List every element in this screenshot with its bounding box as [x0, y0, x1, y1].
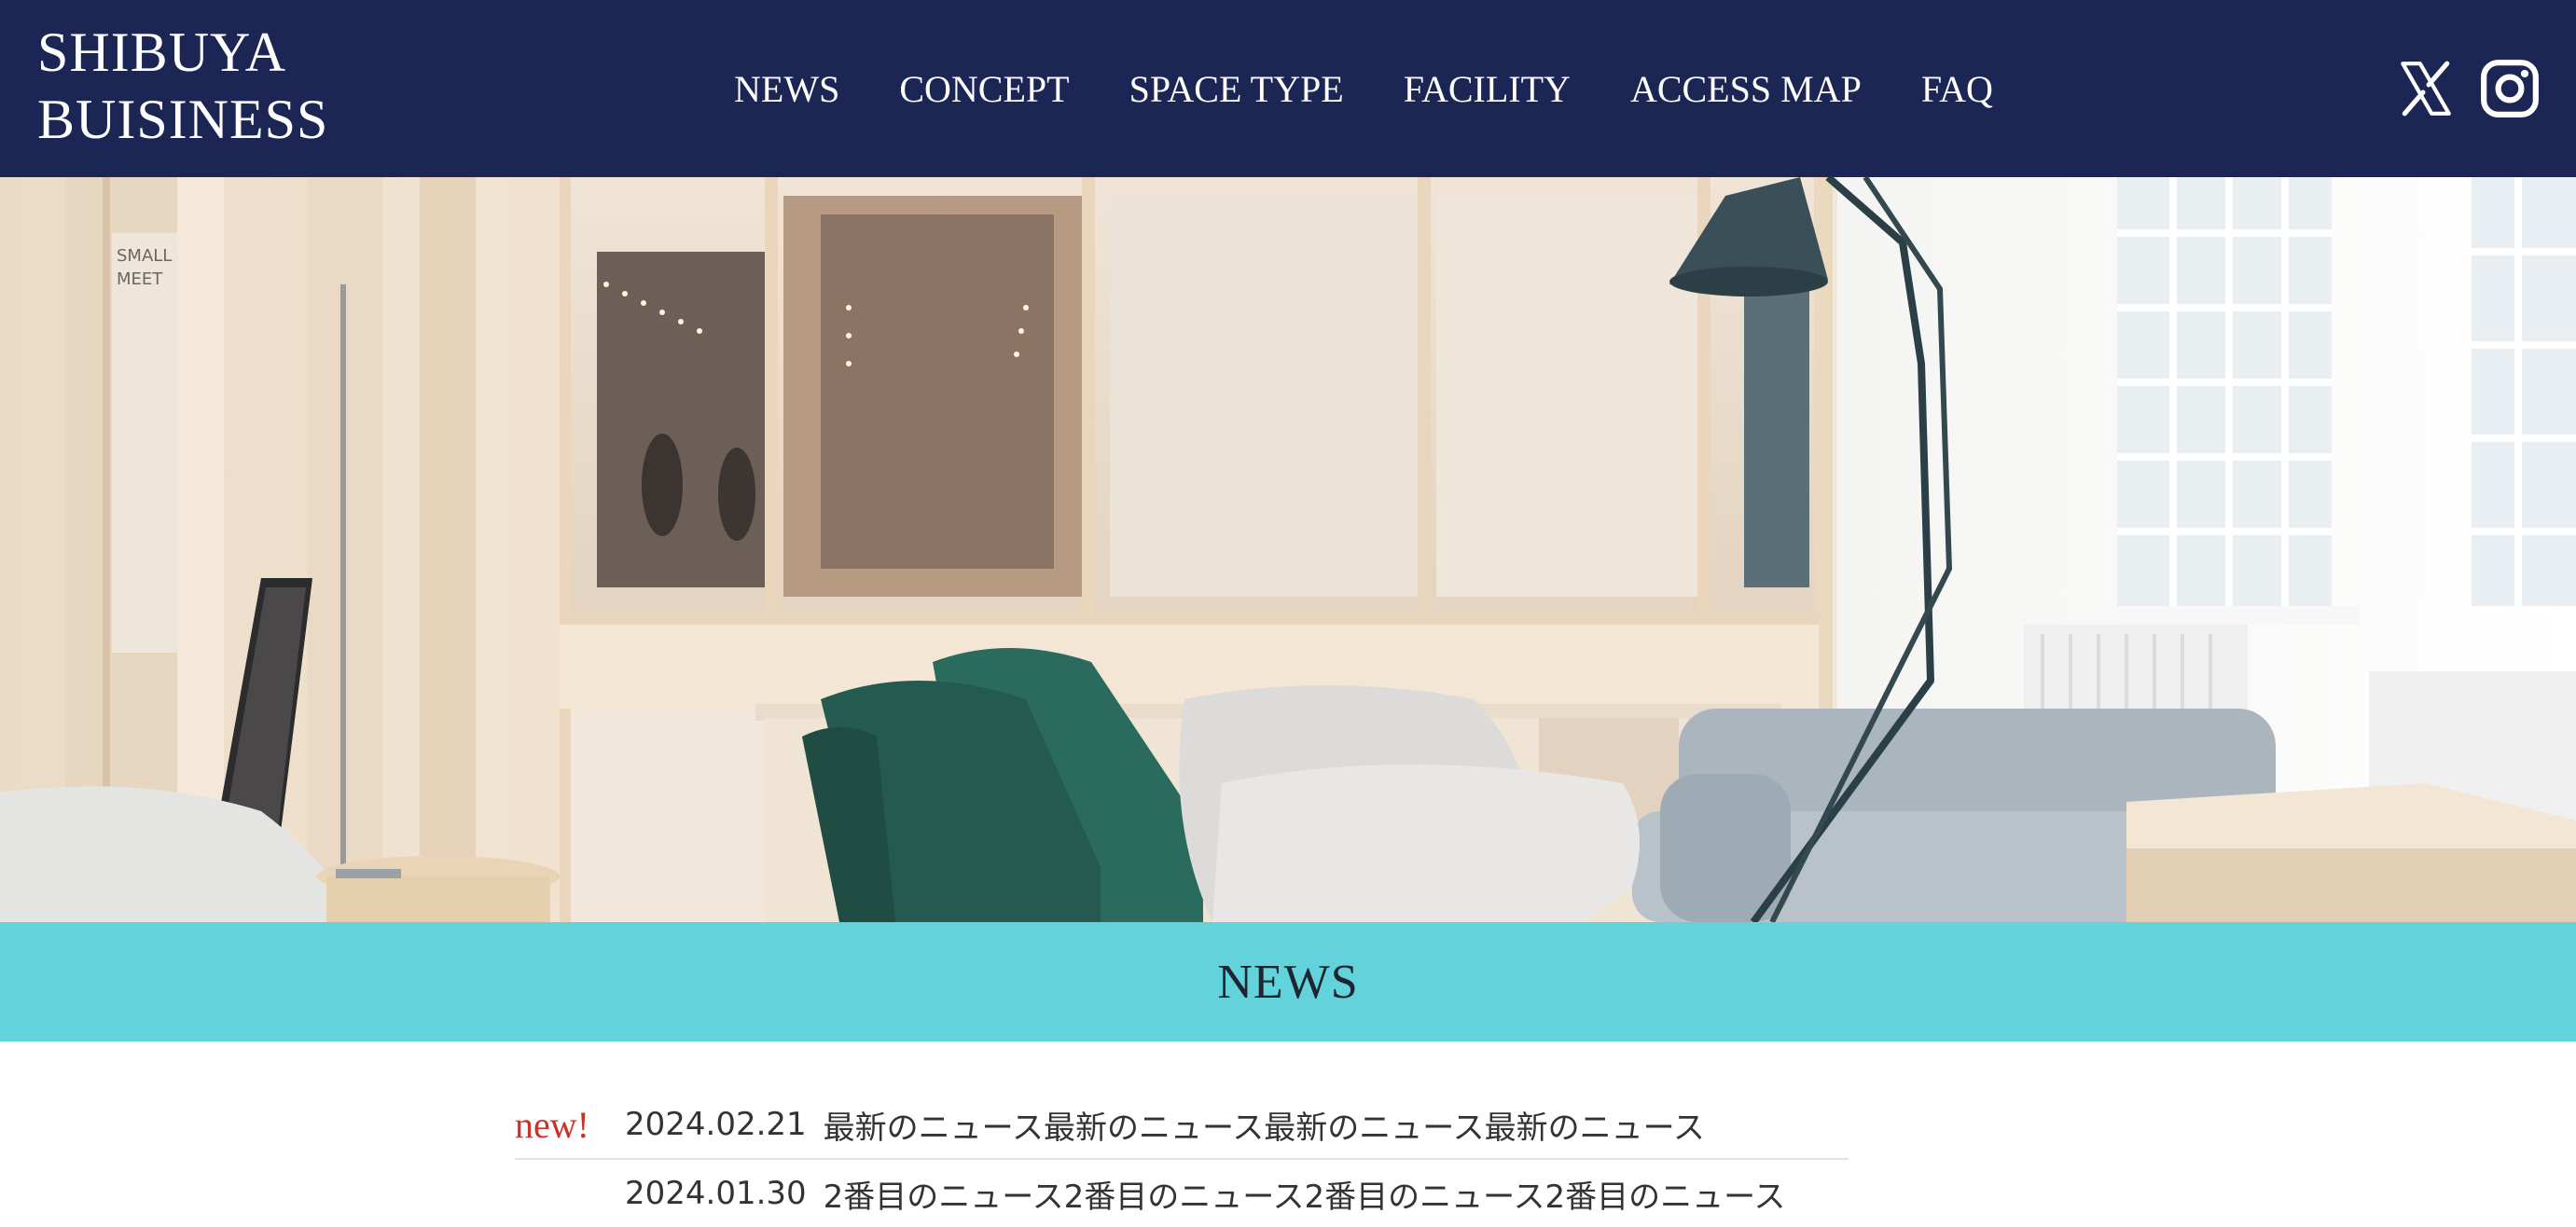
- social-links: [2395, 58, 2541, 119]
- news-title[interactable]: 最新のニュース最新のニュース最新のニュース最新のニュース: [824, 1102, 1705, 1148]
- logo-line-2: BUISINESS: [37, 89, 329, 150]
- logo-line-1: SHIBUYA: [37, 21, 287, 83]
- nav-concept[interactable]: CONCEPT: [899, 63, 1069, 116]
- news-date: 2024.02.21: [625, 1106, 807, 1143]
- news-item[interactable]: 2024.01.30 2番目のニュース2番目のニュース2番目のニュース2番目のニ…: [515, 1160, 1849, 1227]
- svg-text:SMALL: SMALL: [117, 246, 172, 266]
- news-list: new! 2024.02.21 最新のニュース最新のニュース最新のニュース最新の…: [515, 1091, 1849, 1227]
- instagram-icon[interactable]: [2479, 58, 2541, 119]
- office-interior-illustration: SMALL MEET: [0, 177, 2576, 922]
- nav-access-map[interactable]: ACCESS MAP: [1630, 63, 1862, 116]
- svg-text:MEET: MEET: [117, 269, 163, 289]
- nav-facility[interactable]: FACILITY: [1404, 63, 1571, 116]
- news-section-title: NEWS: [1217, 955, 1359, 1009]
- nav-news[interactable]: NEWS: [734, 63, 839, 116]
- news-section-header: NEWS: [0, 922, 2576, 1041]
- news-title[interactable]: 2番目のニュース2番目のニュース2番目のニュース2番目のニュース: [824, 1171, 1786, 1217]
- main-nav: NEWS CONCEPT SPACE TYPE FACILITY ACCESS …: [734, 63, 1993, 116]
- x-icon[interactable]: [2395, 58, 2457, 119]
- nav-space-type[interactable]: SPACE TYPE: [1129, 63, 1344, 116]
- site-header: SHIBUYA BUISINESS NEWS CONCEPT SPACE TYP…: [0, 0, 2576, 177]
- nav-faq[interactable]: FAQ: [1921, 63, 1993, 116]
- news-item[interactable]: new! 2024.02.21 最新のニュース最新のニュース最新のニュース最新の…: [515, 1091, 1849, 1160]
- site-logo[interactable]: SHIBUYA BUISINESS: [37, 19, 328, 153]
- new-badge: new!: [515, 1103, 589, 1146]
- news-date: 2024.01.30: [625, 1175, 807, 1212]
- hero-image: SMALL MEET: [0, 177, 2576, 922]
